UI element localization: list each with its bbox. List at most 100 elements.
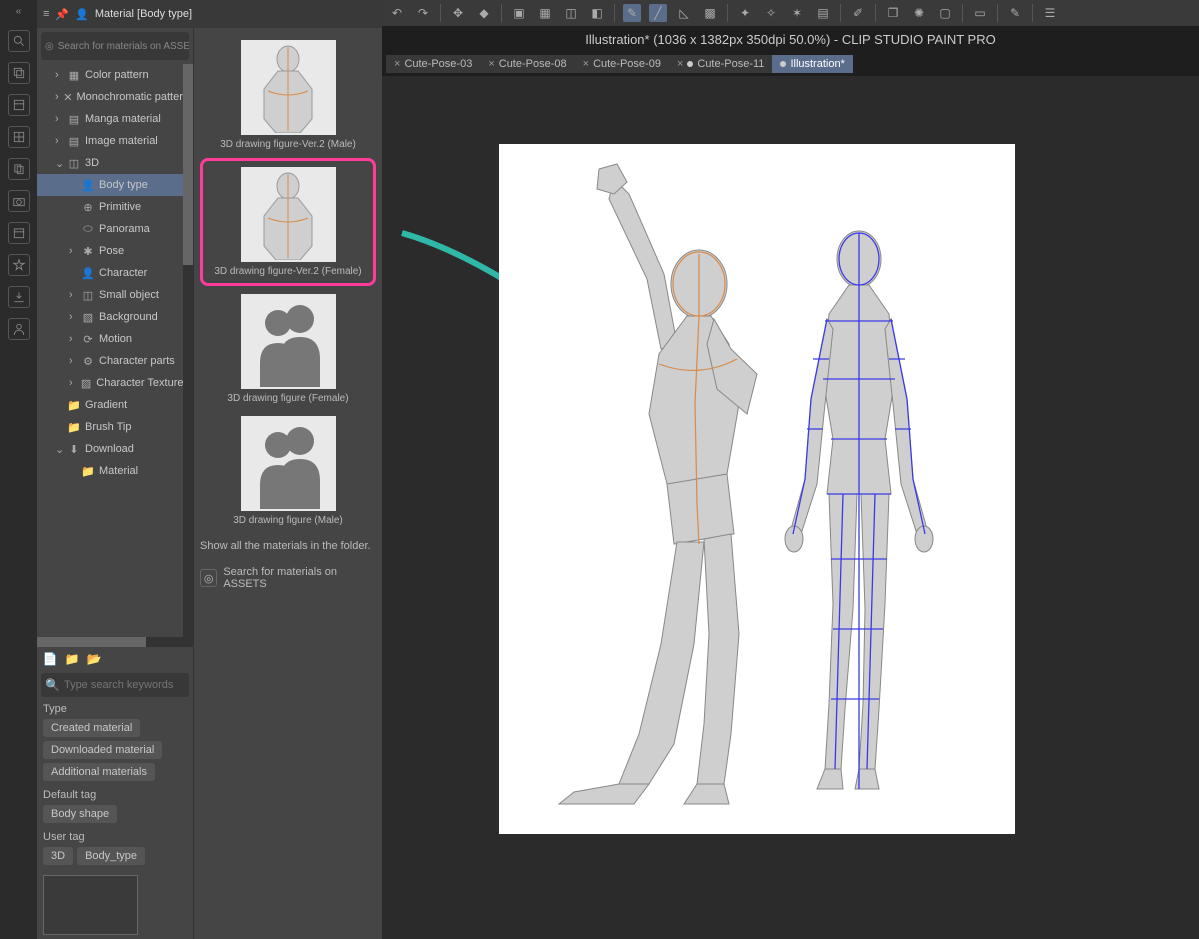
user-tag-label: User tag: [43, 831, 187, 843]
tree-item-panorama[interactable]: ⬭Panorama: [37, 218, 193, 240]
tree-item-character-textures[interactable]: ›▨Character Textures: [37, 372, 193, 394]
close-icon[interactable]: ×: [583, 58, 589, 70]
thumb-3d-drawing-figure-female-[interactable]: 3D drawing figure (Female): [213, 290, 363, 408]
rail-copy-icon[interactable]: [8, 158, 30, 180]
tree-item-motion[interactable]: ›⟳Motion: [37, 328, 193, 350]
close-icon[interactable]: ×: [488, 58, 494, 70]
canvas[interactable]: [499, 144, 1015, 834]
tree-item-download[interactable]: ⌄⬇Download: [37, 438, 193, 460]
assets-search-button[interactable]: ◎ Search for materials on ASSETS: [41, 32, 189, 60]
keyword-search[interactable]: 🔍: [41, 673, 189, 697]
transform-icon[interactable]: ◧: [588, 4, 606, 22]
brush-icon[interactable]: ╱: [649, 4, 667, 22]
rail-download-icon[interactable]: [8, 286, 30, 308]
chip-body-type[interactable]: Body_type: [77, 847, 145, 865]
tab-illustration-[interactable]: Illustration*: [772, 55, 852, 73]
edit-icon[interactable]: ✎: [1006, 4, 1024, 22]
tree-item-brush-tip[interactable]: 📁Brush Tip: [37, 416, 193, 438]
tree-hscrollbar[interactable]: [37, 637, 193, 647]
tree-tools: 📄 📁 📂: [37, 647, 193, 671]
rail-grid-icon[interactable]: [8, 126, 30, 148]
tree-item-gradient[interactable]: 📁Gradient: [37, 394, 193, 416]
tree-item-material[interactable]: 📁Material: [37, 460, 193, 482]
search-assets-row[interactable]: ◎Search for materials on ASSETS: [194, 562, 382, 594]
unsaved-dot-icon: [687, 61, 693, 67]
collapse-rail-icon[interactable]: «: [16, 6, 22, 20]
chip-downloaded-material[interactable]: Downloaded material: [43, 741, 162, 759]
rail-star-icon[interactable]: [8, 254, 30, 276]
tree-item-monochromatic-pattern[interactable]: ›✕Monochromatic pattern: [37, 86, 193, 108]
folder-icon[interactable]: 📁: [63, 650, 81, 668]
window-title: Illustration* (1036 x 1382px 350dpi 50.0…: [382, 26, 1199, 52]
undo-icon[interactable]: ↶: [388, 4, 406, 22]
tree[interactable]: ›▦Color pattern›✕Monochromatic pattern›▤…: [37, 64, 193, 637]
spark4-icon[interactable]: ✺: [910, 4, 928, 22]
tree-item-background[interactable]: ›▧Background: [37, 306, 193, 328]
person-icon: 👤: [81, 178, 95, 192]
tab-cute-pose-03[interactable]: ×Cute-Pose-03: [386, 55, 480, 73]
person-icon: 👤: [81, 266, 95, 280]
tree-item-3d[interactable]: ⌄◫3D: [37, 152, 193, 174]
default-tag-label: Default tag: [43, 789, 187, 801]
rail-person-icon[interactable]: [8, 318, 30, 340]
spark1-icon[interactable]: ✦: [736, 4, 754, 22]
rail-camera-icon[interactable]: [8, 190, 30, 212]
spark2-icon[interactable]: ✧: [762, 4, 780, 22]
cube-icon[interactable]: ◆: [475, 4, 493, 22]
close-icon[interactable]: ×: [677, 58, 683, 70]
tree-item-color-pattern[interactable]: ›▦Color pattern: [37, 64, 193, 86]
spark3-icon[interactable]: ✶: [788, 4, 806, 22]
eraser-icon[interactable]: ◺: [675, 4, 693, 22]
canvas-zone[interactable]: [382, 76, 1199, 939]
pencil-icon[interactable]: ✐: [849, 4, 867, 22]
layers2-icon[interactable]: ❐: [884, 4, 902, 22]
crop-icon[interactable]: ◫: [562, 4, 580, 22]
rail-panel-icon[interactable]: [8, 94, 30, 116]
tab-cute-pose-08[interactable]: ×Cute-Pose-08: [480, 55, 574, 73]
chip-created-material[interactable]: Created material: [43, 719, 140, 737]
pen-icon[interactable]: ✎: [623, 4, 641, 22]
redo-icon[interactable]: ↷: [414, 4, 432, 22]
chip-body-shape[interactable]: Body shape: [43, 805, 117, 823]
window-icon[interactable]: ▭: [971, 4, 989, 22]
panel2-icon[interactable]: ▤: [814, 4, 832, 22]
tree-item-small-object[interactable]: ›◫Small object: [37, 284, 193, 306]
thumb-3d-drawing-figure-ver-2-female-[interactable]: 3D drawing figure-Ver.2 (Female): [200, 158, 376, 286]
unsaved-dot-icon: [780, 61, 786, 67]
thumbnail-column: 3D drawing figure-Ver.2 (Male)3D drawing…: [193, 28, 382, 939]
tab-cute-pose-09[interactable]: ×Cute-Pose-09: [575, 55, 669, 73]
assets-search-label: Search for materials on ASSETS: [58, 41, 189, 52]
tab-cute-pose-11[interactable]: ×Cute-Pose-11: [669, 55, 773, 73]
grid-icon[interactable]: ▦: [536, 4, 554, 22]
tree-item-manga-material[interactable]: ›▤Manga material: [37, 108, 193, 130]
panel-title: Material [Body type]: [95, 8, 192, 20]
tree-item-image-material[interactable]: ›▤Image material: [37, 130, 193, 152]
move-icon[interactable]: ✥: [449, 4, 467, 22]
image-icon[interactable]: ▣: [510, 4, 528, 22]
tree-item-pose[interactable]: ›✱Pose: [37, 240, 193, 262]
tree-item-character-parts[interactable]: ›⚙Character parts: [37, 350, 193, 372]
rect-icon[interactable]: ▢: [936, 4, 954, 22]
mesh-icon[interactable]: ▩: [701, 4, 719, 22]
thumb-3d-drawing-figure-ver-2-male-[interactable]: 3D drawing figure-Ver.2 (Male): [213, 36, 363, 154]
keyword-input[interactable]: [64, 679, 185, 691]
folder-open-icon[interactable]: 📂: [85, 650, 103, 668]
motion-icon: ⟳: [81, 332, 95, 346]
tex-icon: ▨: [80, 376, 92, 390]
tree-item-primitive[interactable]: ⊕Primitive: [37, 196, 193, 218]
rail-calendar-icon[interactable]: [8, 222, 30, 244]
chip-additional-materials[interactable]: Additional materials: [43, 763, 155, 781]
list-icon[interactable]: ☰: [1041, 4, 1059, 22]
dl-icon: ⬇: [67, 442, 81, 456]
panel-pin-icon[interactable]: 📌: [55, 8, 69, 21]
rail-layers-icon[interactable]: [8, 62, 30, 84]
panel-menu-icon[interactable]: ≡: [43, 8, 49, 20]
thumb-3d-drawing-figure-male-[interactable]: 3D drawing figure (Male): [213, 412, 363, 530]
new-folder-icon[interactable]: 📄: [41, 650, 59, 668]
close-icon[interactable]: ×: [394, 58, 400, 70]
tree-item-character[interactable]: 👤Character: [37, 262, 193, 284]
rail-search-icon[interactable]: [8, 30, 30, 52]
chip-3d[interactable]: 3D: [43, 847, 73, 865]
tree-vscrollbar[interactable]: [183, 64, 193, 637]
tree-item-body-type[interactable]: 👤Body type: [37, 174, 193, 196]
